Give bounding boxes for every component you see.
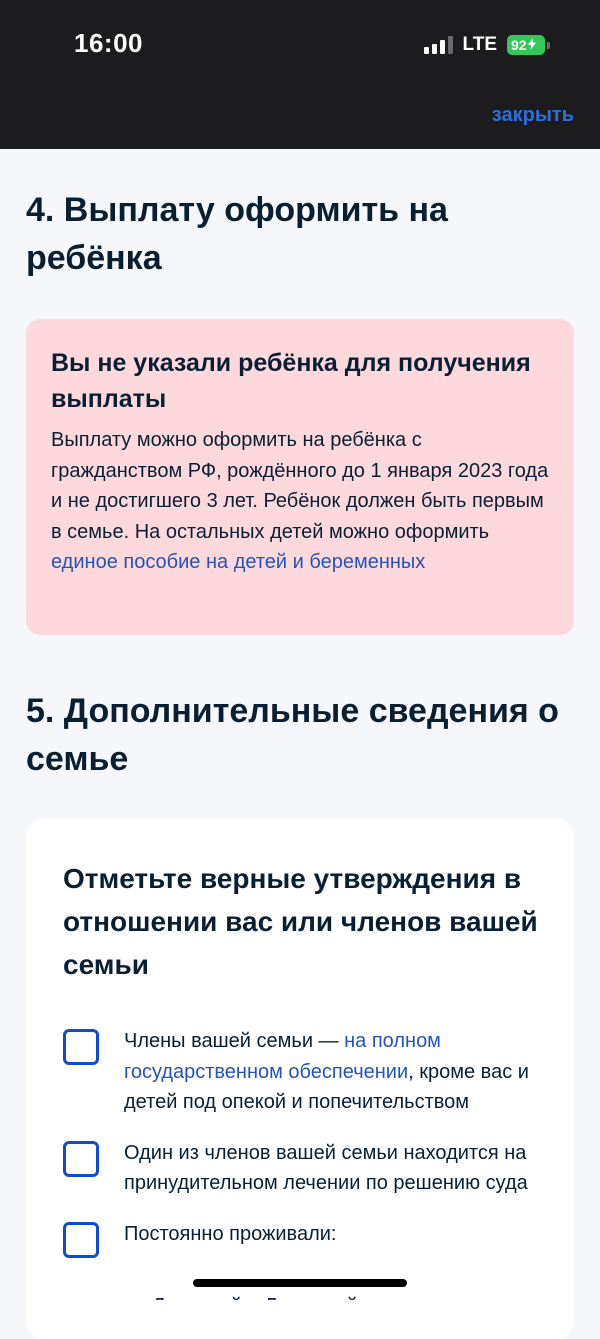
compulsory-treatment-label[interactable]: Один из членов вашей семьи находится на … (124, 1138, 538, 1199)
missing-child-warning: Вы не указали ребёнка для получения выпл… (26, 319, 574, 635)
compulsory-treatment-checkbox[interactable] (63, 1140, 99, 1177)
option-state-support[interactable]: Члены вашей семьи — на полном государств… (63, 1026, 538, 1118)
state-support-checkbox[interactable] (63, 1029, 99, 1065)
permanent-residence-label[interactable]: Постоянно проживали: (124, 1219, 336, 1250)
state-support-label[interactable]: Члены вашей семьи — на полном государств… (124, 1026, 538, 1118)
section-5-title: 5. Дополнительные сведения о семье (26, 692, 559, 778)
family-statements-card: Отметьте верные утверждения в отношении … (26, 819, 574, 1339)
family-card-title: Отметьте верные утверждения в отношении … (63, 863, 538, 980)
status-time: 16:00 (74, 28, 143, 58)
option-permanent-residence[interactable]: Постоянно проживали: (63, 1219, 538, 1258)
partially-visible-text: Донецкой и Луганской (152, 1291, 358, 1300)
close-button[interactable]: закрыть (492, 104, 574, 127)
signal-strength-icon (423, 36, 453, 54)
option-compulsory-treatment[interactable]: Один из членов вашей семьи находится на … (63, 1138, 538, 1199)
warning-title: Вы не указали ребёнка для получения выпл… (51, 349, 531, 413)
charging-bolt-icon (527, 36, 536, 54)
network-type: LTE (462, 34, 497, 55)
home-indicator (193, 1279, 407, 1287)
battery-icon: 92 (507, 35, 550, 55)
warning-text: Выплату можно оформить на ребёнка с граж… (51, 429, 549, 573)
battery-level: 92 (511, 37, 527, 53)
permanent-residence-checkbox[interactable] (63, 1221, 99, 1258)
status-indicators: LTE 92 (423, 34, 550, 56)
section-4-title: 4. Выплату оформить на ребёнка (26, 191, 448, 277)
unified-allowance-link[interactable]: единое пособие на детей и беременных (51, 551, 425, 573)
main-content: 4. Выплату оформить на ребёнка Вы не ука… (0, 149, 600, 1339)
top-bar: 16:00 LTE 92 закрыть (0, 0, 600, 149)
